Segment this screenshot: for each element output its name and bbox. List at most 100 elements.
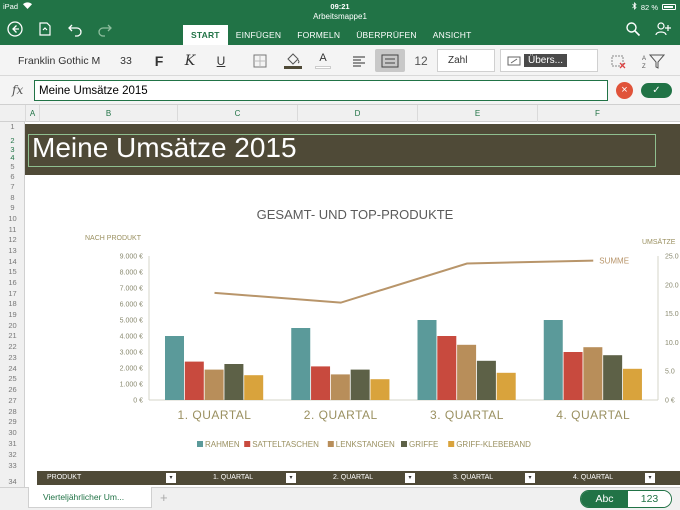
bar-satteltaschen <box>563 352 583 400</box>
row-header[interactable]: 9 <box>0 203 24 212</box>
back-icon[interactable] <box>4 18 26 40</box>
row-header[interactable]: 33 <box>0 461 24 470</box>
row-header[interactable]: 34 <box>0 477 24 486</box>
row-header[interactable]: 18 <box>0 299 24 308</box>
number-format-select[interactable]: Zahl <box>437 49 495 72</box>
align-button[interactable] <box>348 49 370 72</box>
keyboard-abc-button[interactable]: Abc <box>581 491 628 507</box>
column-header[interactable]: D <box>297 105 417 122</box>
row-header[interactable]: 22 <box>0 342 24 351</box>
tab-einfuegen[interactable]: EINFÜGEN <box>228 25 290 45</box>
borders-button[interactable] <box>249 49 271 72</box>
row-header[interactable]: 5 <box>0 162 24 171</box>
row-header[interactable]: 17 <box>0 289 24 298</box>
row-header[interactable]: 29 <box>0 417 24 426</box>
font-color-button[interactable]: A <box>312 49 334 72</box>
sheet-canvas[interactable]: Meine Umsätze 2015 GESAMT- UND TOP-PRODU… <box>25 122 680 487</box>
x-tick-label: 4. QUARTAL <box>556 408 630 422</box>
legend-swatch <box>244 441 251 447</box>
x-tick-label: 3. QUARTAL <box>430 408 504 422</box>
status-bar: iPad 09:21 82 % <box>0 0 680 12</box>
row-header[interactable]: 31 <box>0 439 24 448</box>
cancel-button[interactable]: × <box>616 82 633 99</box>
clear-button[interactable] <box>607 49 629 72</box>
sort-filter-button[interactable]: AZ <box>640 49 666 72</box>
row-header[interactable]: 27 <box>0 396 24 405</box>
search-icon[interactable] <box>622 18 644 40</box>
table-header-q2: 2. QUARTAL <box>333 474 374 481</box>
column-headers: A B C D E F <box>0 105 680 122</box>
row-header[interactable]: 30 <box>0 428 24 437</box>
decimal-button[interactable]: 12 <box>410 49 432 72</box>
row-header[interactable]: 26 <box>0 385 24 394</box>
font-name-select[interactable]: Franklin Gothic M <box>14 49 108 72</box>
column-header[interactable]: F <box>537 105 657 122</box>
sheet-tab-active[interactable]: Vierteljährlicher Um... <box>28 487 152 508</box>
y2-tick-label: 0 € <box>665 398 675 405</box>
row-header[interactable]: 2 <box>0 136 24 145</box>
row-header[interactable]: 32 <box>0 450 24 459</box>
row-header[interactable]: 15 <box>0 267 24 276</box>
underline-button[interactable]: U <box>210 49 232 72</box>
bar-griffe <box>476 360 496 400</box>
y-tick-label: 0 € <box>133 398 143 405</box>
y-tick-label: 1.000 € <box>120 382 143 389</box>
tab-formeln[interactable]: FORMELN <box>289 25 348 45</box>
row-header[interactable]: 23 <box>0 353 24 362</box>
tab-start[interactable]: START <box>183 25 228 45</box>
legend-swatch <box>327 441 334 447</box>
row-header[interactable]: 19 <box>0 310 24 319</box>
filter-dropdown-icon[interactable]: ▾ <box>166 473 176 483</box>
redo-icon[interactable] <box>94 18 116 40</box>
cell-style-label: Übers... <box>524 54 568 67</box>
column-header[interactable]: A <box>25 105 39 122</box>
row-header[interactable]: 11 <box>0 225 24 234</box>
row-header[interactable]: 8 <box>0 193 24 202</box>
row-header[interactable]: 28 <box>0 407 24 416</box>
sheet-title[interactable]: Meine Umsätze 2015 <box>32 132 297 164</box>
column-header[interactable]: B <box>39 105 177 122</box>
column-header[interactable]: E <box>417 105 537 122</box>
row-header[interactable]: 10 <box>0 214 24 223</box>
tab-ueberpruefen[interactable]: ÜBERPRÜFEN <box>348 25 425 45</box>
undo-icon[interactable] <box>64 18 86 40</box>
file-menu-icon[interactable] <box>34 18 56 40</box>
add-sheet-button[interactable]: + <box>160 490 168 505</box>
row-header[interactable]: 1 <box>0 122 24 131</box>
filter-dropdown-icon[interactable]: ▾ <box>286 473 296 483</box>
keyboard-123-button[interactable]: 123 <box>628 491 671 507</box>
fill-color-button[interactable] <box>281 49 305 72</box>
filter-dropdown-icon[interactable]: ▾ <box>405 473 415 483</box>
font-color-swatch <box>315 65 331 69</box>
cell-style-select[interactable]: Übers... <box>500 49 598 72</box>
row-header[interactable]: 6 <box>0 172 24 181</box>
status-time: 09:21 <box>330 2 350 11</box>
formula-input[interactable] <box>34 80 608 101</box>
filter-dropdown-icon[interactable]: ▾ <box>645 473 655 483</box>
keyboard-toggle: Abc 123 <box>580 490 672 508</box>
x-tick-label: 1. QUARTAL <box>178 408 252 422</box>
row-header[interactable]: 21 <box>0 331 24 340</box>
row-header[interactable]: 14 <box>0 257 24 266</box>
row-header[interactable]: 4 <box>0 153 24 162</box>
table-header-row: PRODUKT ▾ 1. QUARTAL ▾ 2. QUARTAL ▾ 3. Q… <box>37 471 680 485</box>
row-header[interactable]: 12 <box>0 235 24 244</box>
bar-griff-klebeband <box>496 372 516 400</box>
row-header[interactable]: 20 <box>0 321 24 330</box>
italic-button[interactable]: K <box>179 49 201 72</box>
row-header[interactable]: 16 <box>0 278 24 287</box>
bold-button[interactable]: F <box>148 49 170 72</box>
font-size-select[interactable]: 33 <box>111 49 141 72</box>
row-header[interactable]: 13 <box>0 246 24 255</box>
bar-griff-klebeband <box>244 375 264 400</box>
row-header[interactable]: 24 <box>0 364 24 373</box>
tab-ansicht[interactable]: ANSICHT <box>425 25 480 45</box>
filter-dropdown-icon[interactable]: ▾ <box>525 473 535 483</box>
confirm-button[interactable]: ✓ <box>641 83 672 98</box>
row-header[interactable]: 25 <box>0 374 24 383</box>
row-header[interactable]: 7 <box>0 182 24 191</box>
column-header[interactable]: C <box>177 105 297 122</box>
chart[interactable]: GESAMT- UND TOP-PRODUKTE NACH PRODUKT UM… <box>25 175 680 470</box>
wrap-text-button[interactable] <box>375 49 405 72</box>
share-user-icon[interactable] <box>652 18 674 40</box>
